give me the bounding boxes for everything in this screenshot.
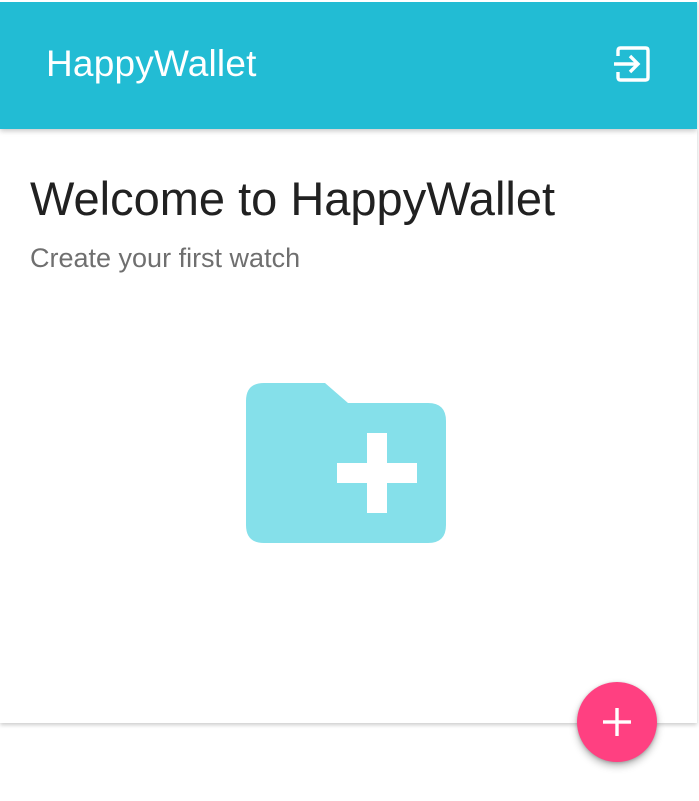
create-new-folder-icon [246, 383, 446, 543]
welcome-title: Welcome to HappyWallet [30, 172, 556, 225]
welcome-card: Welcome to HappyWallet Create your first… [0, 129, 697, 723]
exit-to-app-icon [614, 45, 650, 82]
plus-icon [603, 708, 631, 736]
logout-button[interactable] [611, 43, 653, 85]
add-watch-button[interactable] [577, 682, 657, 762]
app-bar: HappyWallet [0, 0, 697, 129]
welcome-subtitle: Create your first watch [30, 243, 301, 273]
app-title: HappyWallet [46, 42, 257, 84]
